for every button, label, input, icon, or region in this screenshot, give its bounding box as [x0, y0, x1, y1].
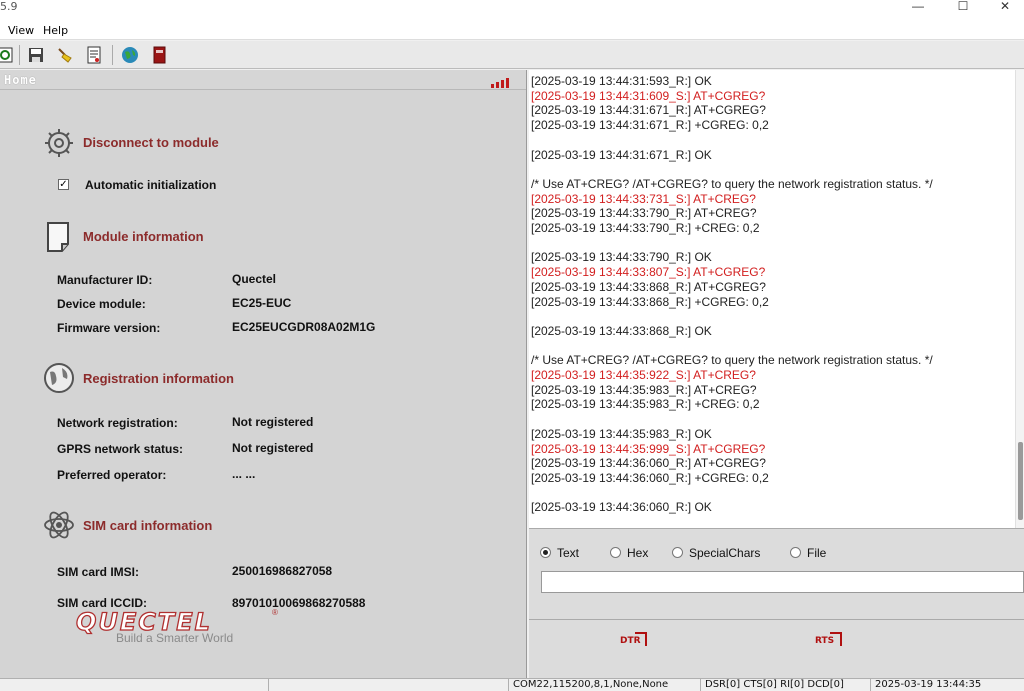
log-scrollbar[interactable] [1015, 70, 1024, 528]
connect-section-title[interactable]: Disconnect to module [83, 135, 219, 150]
save-icon[interactable] [25, 45, 47, 65]
log-line: [2025-03-19 13:44:33:868_R:] +CGREG: 0,2 [531, 294, 769, 309]
log-line: [2025-03-19 13:44:33:868_R:] AT+CGREG? [531, 279, 766, 294]
gprs-status-value: Not registered [232, 441, 314, 455]
logo-registered-mark: ® [272, 608, 278, 617]
title-bar: 5.9 — ☐ ✕ [0, 0, 1024, 20]
rts-signal-icon [830, 632, 842, 646]
command-input[interactable] [541, 571, 1024, 593]
log-line: /* Use AT+CREG? /AT+CGREG? to query the … [531, 353, 933, 368]
send-panel: Text Hex SpecialChars File DTR RTS [529, 528, 1024, 678]
sim-section-title: SIM card information [83, 518, 213, 533]
log-line: /* Use AT+CREG? /AT+CGREG? to query the … [531, 176, 933, 191]
quectel-logo: QUECTEL ® Build a Smarter World [75, 607, 296, 645]
mode-file-label[interactable]: File [807, 546, 826, 560]
preferred-operator-value: ... ... [232, 467, 256, 481]
menu-help[interactable]: Help [43, 24, 68, 37]
minimize-button[interactable]: — [898, 0, 938, 14]
status-empty [268, 679, 508, 691]
log-line: [2025-03-19 13:44:35:983_R:] AT+CREG? [531, 382, 757, 397]
mode-text-label[interactable]: Text [557, 546, 579, 560]
home-panel: Home Disconnect to module ✓ Automatic in… [0, 70, 527, 678]
dtr-signal-icon [635, 632, 647, 646]
atom-icon [42, 508, 76, 542]
document-icon [42, 220, 76, 254]
log-scrollbar-thumb[interactable] [1018, 442, 1023, 520]
log-line: [2025-03-19 13:44:31:671_R:] OK [531, 147, 712, 162]
mode-text-radio[interactable] [540, 547, 551, 558]
status-signals: DSR[0] CTS[0] RI[0] DCD[0] [700, 679, 868, 691]
menu-view[interactable]: View [8, 24, 34, 37]
menu-bar: View Help [0, 20, 1024, 40]
manufacturer-value: Quectel [232, 272, 277, 286]
logo-tagline: Build a Smarter World [116, 631, 234, 645]
module-section-title: Module information [83, 229, 204, 244]
refresh-icon[interactable] [0, 45, 16, 65]
globe-icon[interactable] [119, 45, 141, 65]
toolbar [0, 41, 1024, 69]
mode-specialchars-label[interactable]: SpecialChars [689, 546, 760, 560]
log-output[interactable]: [2025-03-19 13:44:31:593_R:] OK [2025-03-… [529, 70, 1015, 528]
home-label: Home [4, 73, 37, 87]
log-line: [2025-03-19 13:44:31:609_S:] AT+CGREG? [531, 88, 766, 103]
network-registration-label: Network registration: [57, 416, 178, 430]
network-registration-value: Not registered [232, 415, 314, 429]
log-line: [2025-03-19 13:44:31:671_R:] +CGREG: 0,2 [531, 118, 769, 133]
log-line: [2025-03-19 13:44:31:593_R:] OK [531, 74, 712, 88]
maximize-button[interactable]: ☐ [943, 0, 983, 14]
imsi-value: 250016986827058 [232, 564, 333, 578]
preferred-operator-label: Preferred operator: [57, 468, 167, 482]
book-icon[interactable] [148, 45, 170, 65]
manufacturer-label: Manufacturer ID: [57, 273, 153, 287]
firmware-label: Firmware version: [57, 321, 161, 335]
log-line: [2025-03-19 13:44:33:790_R:] +CREG: 0,2 [531, 221, 760, 235]
firmware-value: EC25EUCGDR08A02M1G [232, 320, 376, 334]
mode-file-radio[interactable] [790, 547, 801, 558]
status-port: COM22,115200,8,1,None,None [508, 679, 696, 691]
status-bar: COM22,115200,8,1,None,None DSR[0] CTS[0]… [0, 678, 1024, 691]
mode-hex-radio[interactable] [610, 547, 621, 558]
auto-init-label: Automatic initialization [85, 178, 217, 192]
gear-icon [42, 126, 76, 160]
status-datetime: 2025-03-19 13:44:35 [870, 679, 1024, 691]
log-line: [2025-03-19 13:44:31:671_R:] AT+CGREG? [531, 103, 766, 118]
globe-icon [42, 361, 76, 395]
mode-specialchars-radio[interactable] [672, 547, 683, 558]
log-line: [2025-03-19 13:44:35:983_R:] +CREG: 0,2 [531, 397, 760, 412]
home-header: Home [0, 70, 526, 90]
device-module-value: EC25-EUC [232, 296, 292, 310]
log-line: [2025-03-19 13:44:36:060_R:] OK [531, 500, 712, 515]
log-line: [2025-03-19 13:44:35:999_S:] AT+CGREG? [531, 441, 766, 456]
mode-hex-label[interactable]: Hex [627, 546, 648, 560]
log-line: [2025-03-19 13:44:36:060_R:] AT+CGREG? [531, 456, 766, 471]
clear-brush-icon[interactable] [54, 45, 76, 65]
device-module-label: Device module: [57, 297, 146, 311]
window-title: 5.9 [0, 0, 18, 13]
imsi-label: SIM card IMSI: [57, 565, 140, 579]
log-line: [2025-03-19 13:44:33:790_R:] OK [531, 250, 712, 265]
script-icon[interactable] [83, 45, 105, 65]
signal-bars-icon [491, 78, 509, 88]
log-line: [2025-03-19 13:44:35:983_R:] OK [531, 426, 712, 441]
log-line: [2025-03-19 13:44:33:790_R:] AT+CREG? [531, 206, 757, 221]
log-line: [2025-03-19 13:44:36:060_R:] +CGREG: 0,2 [531, 470, 769, 485]
log-line: [2025-03-19 13:44:33:807_S:] AT+CGREG? [531, 265, 766, 280]
log-line: [2025-03-19 13:44:33:868_R:] OK [531, 323, 712, 338]
log-line: [2025-03-19 13:44:35:922_S:] AT+CREG? [531, 368, 756, 382]
toolbar-separator [112, 45, 113, 65]
send-divider [529, 619, 1024, 620]
log-line: [2025-03-19 13:44:33:731_S:] AT+CREG? [531, 191, 756, 206]
close-button[interactable]: ✕ [985, 0, 1024, 14]
gprs-status-label: GPRS network status: [57, 442, 184, 456]
registration-section-title: Registration information [83, 371, 234, 386]
auto-init-checkbox[interactable]: ✓ [58, 179, 69, 190]
toolbar-separator [19, 45, 20, 65]
